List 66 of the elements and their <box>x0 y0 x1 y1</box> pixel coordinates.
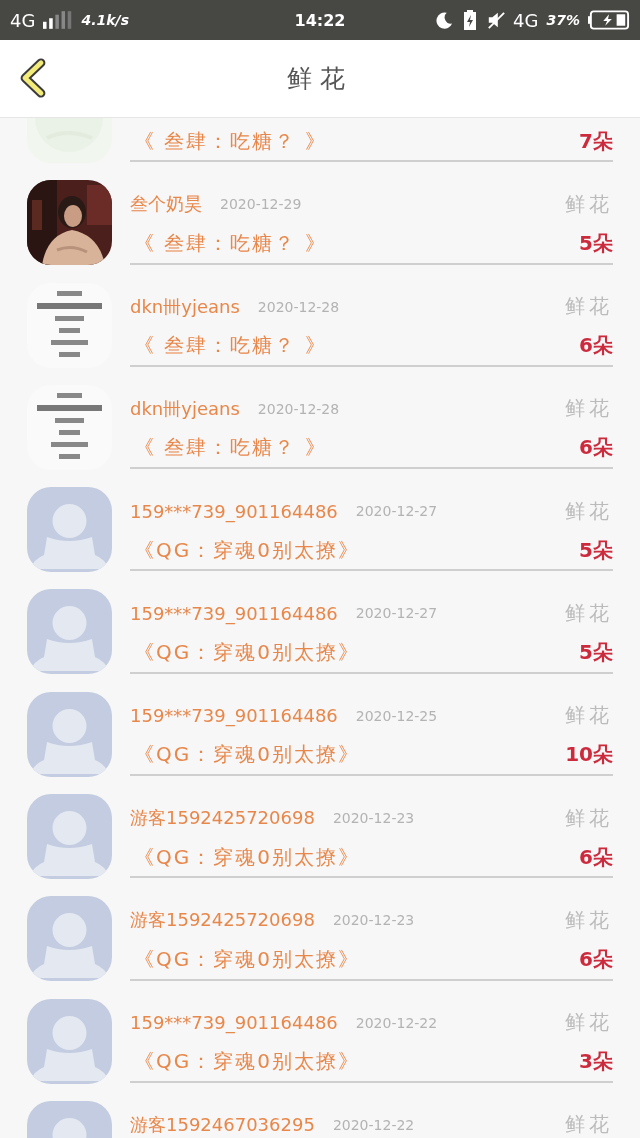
date: 2020-12-27 <box>355 605 438 622</box>
user-name: 游客1592467036295 <box>130 1112 315 1137</box>
gift-label: 鲜花 <box>565 190 613 218</box>
book-title[interactable]: 《 叁肆：吃糖？ 》 <box>130 332 327 360</box>
book-title[interactable]: 《QG：穿魂0别太撩》 <box>130 945 360 973</box>
gift-label: 鲜花 <box>565 804 613 832</box>
date: 2020-12-27 <box>355 503 438 520</box>
user-name: 游客1592425720698 <box>130 806 315 831</box>
gift-label: 鲜花 <box>565 1009 613 1037</box>
avatar-icon <box>27 487 112 573</box>
mute-icon <box>487 10 506 30</box>
date: 2020-12-22 <box>355 1014 438 1031</box>
gift-label: 鲜花 <box>565 293 613 321</box>
battery-icon <box>588 10 630 30</box>
flower-count: 10朵 <box>565 741 613 769</box>
gift-label: 鲜花 <box>565 1111 613 1138</box>
date: 2020-12-25 <box>355 707 438 724</box>
date: 2020-12-28 <box>257 400 340 417</box>
gift-label: 鲜花 <box>565 395 613 423</box>
flower-count: 5朵 <box>579 536 613 564</box>
user-name: 159***739_901164486 <box>130 500 338 522</box>
book-title[interactable]: 《QG：穿魂0别太撩》 <box>130 1048 360 1076</box>
network-type: 4G <box>10 9 36 31</box>
user-name: 159***739_901164486 <box>130 705 338 727</box>
flower-count: 7朵 <box>579 127 613 155</box>
network-speed: 4.1k/s <box>81 12 129 28</box>
date: 2020-12-23 <box>332 912 415 929</box>
book-title[interactable]: 《 叁肆：吃糖？ 》 <box>130 434 327 462</box>
date: 2020-12-29 <box>220 196 302 213</box>
user-name: 游客1592425720698 <box>130 908 315 933</box>
book-title[interactable]: 《QG：穿魂0别太撩》 <box>130 843 360 871</box>
avatar-icon <box>27 794 112 880</box>
user-name: 159***739_901164486 <box>130 1012 338 1034</box>
user-name: 叁个奶昊 <box>130 192 202 217</box>
flower-count: 5朵 <box>579 639 613 666</box>
avatar-icon <box>27 691 112 777</box>
avatar-icon <box>27 589 112 675</box>
gift-label: 鲜花 <box>565 600 613 627</box>
clock: 14:22 <box>294 10 346 30</box>
flower-count: 6朵 <box>579 332 613 360</box>
user-name: 159***739_901164486 <box>130 603 338 624</box>
gift-label: 鲜花 <box>565 906 613 934</box>
book-title[interactable]: 《QG：穿魂0别太撩》 <box>130 639 360 666</box>
date: 2020-12-22 <box>332 1116 415 1133</box>
signal-icon <box>43 11 74 29</box>
flower-count: 5朵 <box>579 229 613 257</box>
moon-icon <box>435 10 454 30</box>
book-title[interactable]: 《 叁肆：吃糖？ 》 <box>130 127 327 155</box>
gift-label: 鲜花 <box>565 497 613 525</box>
avatar-icon <box>27 896 112 982</box>
date: 2020-12-23 <box>332 810 415 827</box>
flower-count: 3朵 <box>579 1048 613 1076</box>
book-title[interactable]: 《QG：穿魂0别太撩》 <box>130 536 360 564</box>
flower-count: 6朵 <box>579 843 613 871</box>
page-title: 鲜花 <box>287 63 353 95</box>
book-title[interactable]: 《 叁肆：吃糖？ 》 <box>130 229 327 257</box>
network-type: 4G <box>513 9 539 31</box>
avatar-icon <box>27 998 112 1084</box>
battery-level: 37% <box>546 12 580 28</box>
user-name: dkn卌yjeans <box>130 294 240 319</box>
book-title[interactable]: 《QG：穿魂0别太撩》 <box>130 741 360 769</box>
gift-label: 鲜花 <box>565 702 613 730</box>
date: 2020-12-28 <box>257 298 340 315</box>
flower-count: 6朵 <box>579 434 613 462</box>
user-name: dkn卌yjeans <box>130 396 240 421</box>
flower-count: 6朵 <box>579 945 613 973</box>
